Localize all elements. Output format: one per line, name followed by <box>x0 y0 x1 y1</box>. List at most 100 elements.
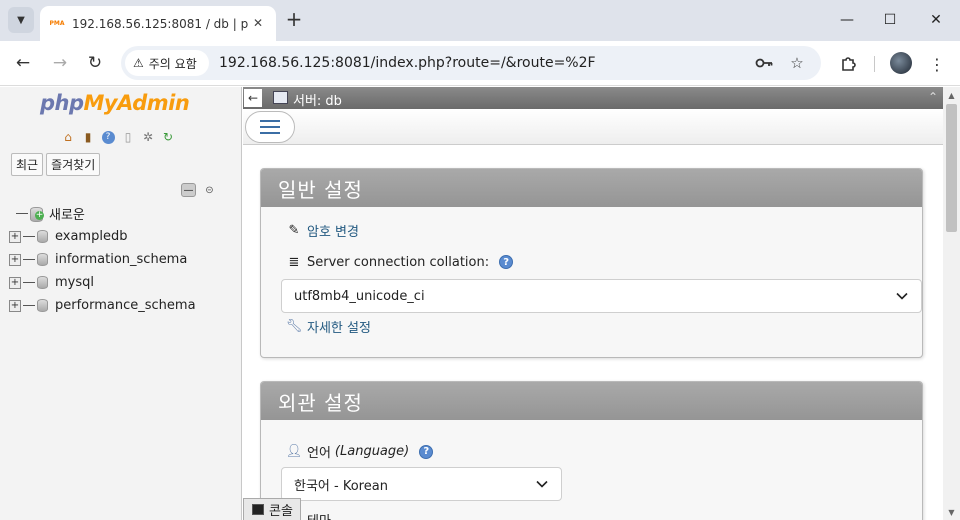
tree-item-label: performance_schema <box>55 298 196 313</box>
language-person-icon: 👤︎ <box>285 444 303 459</box>
scroll-down-arrow-icon[interactable]: ▼ <box>943 504 960 520</box>
collation-list-icon: ≣ <box>288 254 300 270</box>
logo-myadmin: MyAdmin <box>83 91 190 115</box>
more-settings-row: 🔧︎ 자세한 설정 <box>285 317 371 336</box>
tree-item-exampledb[interactable]: + exampledb <box>9 225 196 248</box>
language-help-icon[interactable]: ? <box>419 444 434 459</box>
server-icon <box>273 91 288 104</box>
navigation-panel: phpMyAdmin ⌂ ▮ ? ▯ ✲ ↻ 최근 즐겨찾기 — ⊝ 새로운 +… <box>0 87 242 520</box>
address-bar[interactable]: ⚠ 주의 요함 192.168.56.125:8081/index.php?ro… <box>121 46 821 80</box>
tab-recent[interactable]: 최근 <box>11 153 44 176</box>
browser-tab-active[interactable]: PMA 192.168.56.125:8081 / db | php ✕ <box>40 6 276 41</box>
console-label: 콘솔 <box>269 504 293 519</box>
theme-label: 테마 <box>307 510 331 520</box>
collapse-nav-arrow-icon[interactable]: ← <box>244 89 262 107</box>
tree-item-mysql[interactable]: + mysql <box>9 271 196 294</box>
logo-php: php <box>40 91 84 115</box>
menu-hamburger-icon[interactable] <box>245 111 295 143</box>
tree-item-new[interactable]: 새로운 <box>9 202 196 225</box>
minimize-icon[interactable]: — <box>836 9 858 31</box>
nav-quick-icons: ⌂ ▮ ? ▯ ✲ ↻ <box>60 129 176 145</box>
language-value: 한국어 - Korean <box>294 478 388 494</box>
database-icon <box>37 230 48 243</box>
chevron-down-icon <box>896 292 908 300</box>
phpmyadmin-logo[interactable]: phpMyAdmin <box>40 91 190 115</box>
extensions-icon[interactable] <box>836 52 860 76</box>
new-tab-button[interactable]: + <box>284 9 304 29</box>
expand-plus-icon[interactable]: + <box>9 253 21 266</box>
home-icon[interactable]: ⌂ <box>60 129 76 145</box>
collation-help-icon[interactable]: ? <box>499 255 514 269</box>
profile-avatar[interactable] <box>890 52 912 74</box>
bookmark-star-icon[interactable]: ☆ <box>786 52 808 74</box>
security-warning-text: 주의 요함 <box>148 56 197 71</box>
main-content: ← 서버: db ⌃ 일반 설정 ✎ 암호 변경 ≣ Server connec… <box>243 87 943 520</box>
warning-triangle-icon: ⚠ <box>133 56 144 70</box>
more-menu-icon[interactable]: ⋮ <box>925 52 949 76</box>
more-settings-link[interactable]: 자세한 설정 <box>307 317 371 336</box>
scroll-top-chevron-icon[interactable]: ⌃ <box>925 89 941 105</box>
breadcrumb-server[interactable]: 서버: db <box>293 90 342 109</box>
reload-navigation-icon[interactable]: ↻ <box>160 129 176 145</box>
database-icon <box>37 253 48 266</box>
window-close-icon[interactable]: ✕ <box>925 9 947 31</box>
back-arrow-icon[interactable]: ← <box>11 51 35 75</box>
tree-item-label: 새로운 <box>49 208 85 223</box>
top-menu-bar <box>243 109 943 145</box>
tree-connector <box>23 305 35 306</box>
tab-close-icon[interactable]: ✕ <box>250 15 266 31</box>
reload-icon[interactable]: ↻ <box>83 51 107 75</box>
language-select[interactable]: 한국어 - Korean <box>281 467 562 501</box>
wrench-icon: 🔧︎ <box>285 319 303 334</box>
tree-item-label: exampledb <box>55 229 128 244</box>
appearance-settings-title: 외관 설정 <box>261 382 922 420</box>
tab-favorites[interactable]: 즐겨찾기 <box>46 153 101 176</box>
tree-connector <box>16 213 28 214</box>
chevron-down-icon <box>536 480 548 488</box>
browser-toolbar: ← → ↻ ⚠ 주의 요함 192.168.56.125:8081/index.… <box>0 41 960 86</box>
tree-connector <box>23 236 35 237</box>
change-password-link[interactable]: 암호 변경 <box>307 221 359 240</box>
collation-select[interactable]: utf8mb4_unicode_ci <box>281 279 922 313</box>
documentation-icon[interactable]: ▯ <box>120 129 136 145</box>
collapse-all-icon[interactable]: — <box>181 183 196 197</box>
tree-item-label: information_schema <box>55 252 188 267</box>
logout-icon[interactable]: ▮ <box>80 129 96 145</box>
tree-connector <box>23 282 35 283</box>
general-settings-title: 일반 설정 <box>261 169 922 207</box>
console-toggle[interactable]: 콘솔 <box>243 498 301 520</box>
server-breadcrumb-bar: ← 서버: db ⌃ <box>243 87 943 109</box>
expand-plus-icon[interactable]: + <box>9 276 21 289</box>
database-icon <box>37 299 48 312</box>
appearance-settings-panel: 외관 설정 👤︎ 언어 (Language) ? 한국어 - Korean 테마 <box>260 381 923 520</box>
collation-row: ≣ Server connection collation: ? <box>285 254 514 270</box>
expand-plus-icon[interactable]: + <box>9 299 21 312</box>
tree-connector <box>23 259 35 260</box>
maximize-icon[interactable]: ☐ <box>879 9 901 31</box>
scroll-up-arrow-icon[interactable]: ▲ <box>943 87 960 103</box>
settings-gear-icon[interactable]: ✲ <box>140 129 156 145</box>
tree-item-information-schema[interactable]: + information_schema <box>9 248 196 271</box>
tree-item-performance-schema[interactable]: + performance_schema <box>9 294 196 317</box>
link-with-main-icon[interactable]: ⊝ <box>202 183 217 197</box>
page-scrollbar[interactable]: ▲ ▼ <box>943 87 960 520</box>
nav-recent-favorites: 최근 즐겨찾기 <box>11 153 101 176</box>
password-key-icon[interactable] <box>753 52 775 74</box>
tab-search-button[interactable]: ▼ <box>8 7 34 33</box>
new-database-icon <box>30 207 44 222</box>
security-warning-chip[interactable]: ⚠ 주의 요함 <box>125 50 209 76</box>
help-icon[interactable]: ? <box>100 129 116 145</box>
language-label: 언어 <box>307 446 331 461</box>
url-text[interactable]: 192.168.56.125:8081/index.php?route=/&ro… <box>219 55 596 71</box>
scroll-thumb[interactable] <box>946 104 957 232</box>
pencil-edit-icon: ✎ <box>288 223 300 238</box>
change-password-row: ✎ 암호 변경 <box>285 221 359 240</box>
database-icon <box>37 276 48 289</box>
expand-plus-icon[interactable]: + <box>9 230 21 243</box>
forward-arrow-icon[interactable]: → <box>48 51 72 75</box>
language-hint: (Language) <box>334 444 410 459</box>
browser-tab-strip: ▼ PMA 192.168.56.125:8081 / db | php ✕ +… <box>0 0 960 41</box>
collation-value: utf8mb4_unicode_ci <box>294 288 425 304</box>
general-settings-panel: 일반 설정 ✎ 암호 변경 ≣ Server connection collat… <box>260 168 923 358</box>
language-row: 👤︎ 언어 (Language) ? <box>285 442 434 461</box>
